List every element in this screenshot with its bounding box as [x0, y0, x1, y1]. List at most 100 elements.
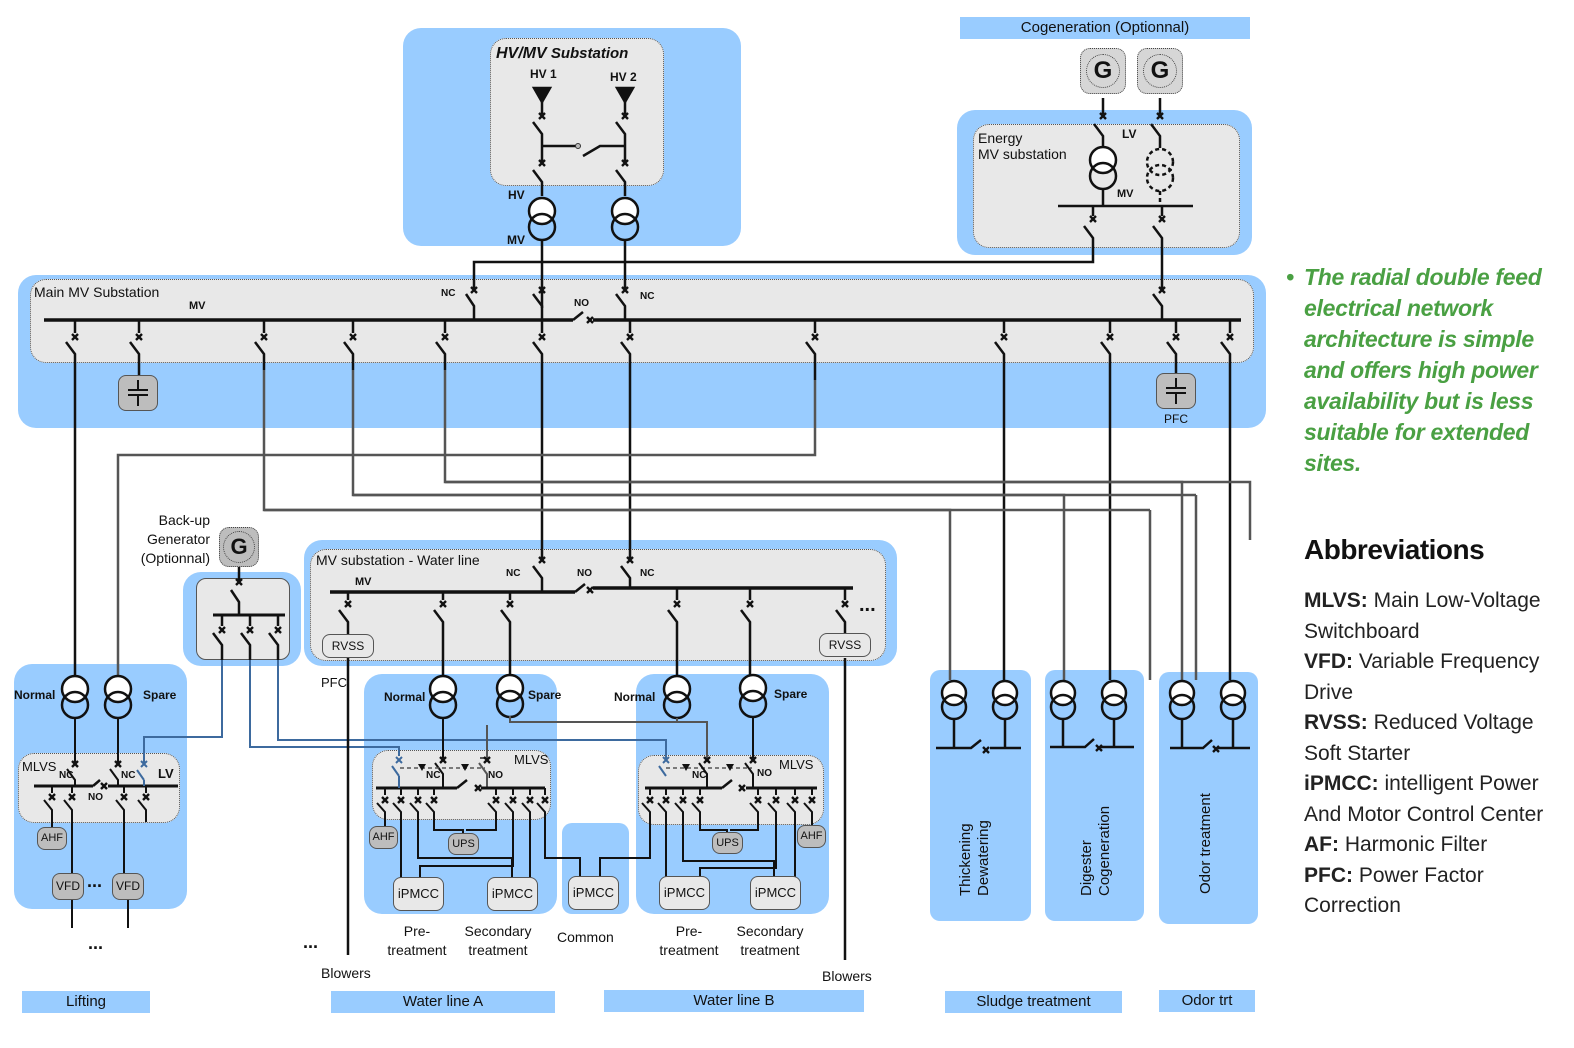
wlb-ipmcc-secondary: iPMCC — [750, 876, 801, 910]
lifting-banner: Lifting — [22, 991, 150, 1013]
capacitor-icon — [1166, 378, 1186, 404]
cogeneration-section — [472, 98, 1193, 290]
wla-ellipsis: ... — [303, 932, 319, 952]
note-text: The radial double feed electrical networ… — [1304, 264, 1542, 476]
sludge-treatment-banner: Sludge treatment — [945, 991, 1122, 1013]
interlock-arrows — [418, 764, 734, 771]
abbreviation-item: iPMCC: intelligent Power And Motor Contr… — [1304, 772, 1544, 826]
water-line-substation-title: MV substation - Water line — [316, 552, 480, 568]
wla-ipmcc-pretreatment: iPMCC — [393, 877, 444, 911]
lifting-bottom-ellipsis: ... — [88, 933, 104, 953]
generator-icon: G — [223, 531, 255, 563]
digester-cogeneration-label: Digester Cogeneration — [1078, 805, 1113, 896]
energy-substation-title: Energy MV substation — [978, 130, 1067, 163]
lifting-nc-label-2: NC — [121, 770, 136, 781]
water-line-b-banner: Water line B — [604, 990, 864, 1012]
generator-icon: G — [1086, 54, 1120, 88]
wla-ahf: AHF — [369, 826, 398, 849]
architecture-note: • The radial double feed electrical netw… — [1286, 262, 1570, 479]
abbreviation-item: RVSS: Reduced Voltage Soft Starter — [1304, 711, 1534, 765]
wla-normal-label: Normal — [384, 690, 426, 704]
wla-caption-secondary: Secondary treatment — [464, 923, 532, 958]
note-bullet: • — [1286, 264, 1294, 290]
water-line-b-mlvs-wiring — [599, 717, 817, 880]
lifting-ahf: AHF — [37, 827, 67, 850]
cogen-mv-label: MV — [1117, 188, 1134, 200]
wlb-mlvs-label: MLVS — [779, 757, 814, 772]
water-nc-label-1: NC — [506, 568, 521, 579]
backup-generator-wiring — [212, 566, 285, 660]
hv1-label: HV 1 — [530, 67, 557, 81]
main-pfc-label: PFC — [1164, 412, 1188, 426]
capacitor-icon — [128, 380, 148, 406]
wla-nc-label: NC — [426, 770, 441, 781]
lifting-spare-label: Spare — [143, 688, 177, 702]
cogen-lv-label: LV — [1122, 127, 1137, 141]
lifting-mlvs-label: MLVS — [22, 759, 57, 774]
main-no-label: NO — [574, 298, 589, 309]
main-outgoing-breakers — [70, 332, 1235, 342]
cogeneration-generator-1: G — [1080, 48, 1126, 94]
abbreviation-item: PFC: Power Factor Correction — [1304, 863, 1484, 918]
sludge-odor-lv-buses — [936, 719, 1250, 750]
wlb-caption-pretreatment: Pre- treatment — [659, 923, 719, 958]
wla-ipmcc-secondary: iPMCC — [487, 877, 538, 911]
lifting-lv-label: LV — [158, 766, 174, 781]
water-bus-mv-label: MV — [355, 576, 372, 588]
lifting-normal-label: Normal — [14, 688, 56, 702]
thickening-dewatering-label: Thickening Dewatering — [957, 820, 992, 896]
water-no-label: NO — [577, 568, 592, 579]
abbreviation-item: MLVS: Main Low-Voltage Switchboard — [1304, 589, 1541, 643]
lifting-no-label: NO — [88, 792, 103, 803]
main-mv-substation-title: Main MV Substation — [34, 284, 160, 300]
hv-mv-section — [527, 86, 640, 308]
lifting-nc-label-1: NC — [59, 770, 74, 781]
backup-generator: G — [219, 527, 259, 567]
wla-caption-pretreatment: Pre- treatment — [387, 923, 447, 958]
mv-label: MV — [507, 233, 525, 247]
wlb-ups: UPS — [712, 832, 743, 854]
wlb-nc-label: NC — [692, 770, 707, 781]
main-nc-label-1: NC — [441, 288, 456, 299]
wlb-no-label: NO — [757, 768, 772, 779]
wla-spare-label: Spare — [528, 688, 562, 702]
grey-feeder-routes — [116, 370, 1252, 680]
generator-icon: G — [1143, 54, 1177, 88]
common-caption: Common — [557, 929, 614, 945]
rvss-left: RVSS — [322, 634, 374, 658]
odor-treatment-label: Odor treatment — [1197, 793, 1214, 894]
water-ellipsis: ... — [859, 594, 876, 616]
cogeneration-generator-2: G — [1137, 48, 1183, 94]
water-pfc-label: PFC — [321, 675, 347, 690]
pfc-capacitor-right — [1156, 373, 1196, 409]
wlb-caption-secondary: Secondary treatment — [736, 923, 804, 958]
lifting-vfd-ellipsis: ... — [87, 871, 103, 891]
main-outgoing-feeders — [65, 320, 1232, 680]
wla-ups: UPS — [448, 833, 479, 855]
lifting-vfd-2: VFD — [112, 873, 144, 900]
hv-mv-substation-title: HV/MV Substation — [496, 45, 629, 62]
abbreviations-title: Abbreviations — [1304, 534, 1485, 565]
wla-no-label: NO — [488, 770, 503, 781]
lifting-vfd-1: VFD — [52, 873, 84, 900]
wlb-blowers-label: Blowers — [822, 968, 872, 984]
main-nc-label-2: NC — [640, 291, 655, 302]
wlb-ipmcc-pretreatment: iPMCC — [659, 876, 710, 910]
abbreviations-list: MLVS: Main Low-Voltage Switchboard VFD: … — [1304, 586, 1574, 922]
backup-generator-feeders — [143, 660, 667, 763]
odor-trt-banner: Odor trt — [1159, 990, 1255, 1012]
wlb-spare-label: Spare — [774, 687, 808, 701]
water-nc-label-2: NC — [640, 568, 655, 579]
abbreviation-item: VFD: Variable Frequency Drive — [1304, 650, 1540, 704]
hv-breakers — [537, 111, 630, 168]
wlb-normal-label: Normal — [614, 690, 656, 704]
rvss-right: RVSS — [819, 633, 871, 657]
abbreviation-item: AF: Harmonic Filter — [1304, 833, 1488, 856]
wla-mlvs-label: MLVS — [514, 752, 549, 767]
hv-label: HV — [508, 188, 525, 202]
backup-generator-label: Back-up Generator (Optionnal) — [140, 512, 210, 566]
common-ipmcc: iPMCC — [568, 876, 619, 910]
wla-blowers-label: Blowers — [321, 965, 371, 981]
hv2-label: HV 2 — [610, 70, 637, 84]
water-line-a-banner: Water line A — [331, 991, 555, 1013]
